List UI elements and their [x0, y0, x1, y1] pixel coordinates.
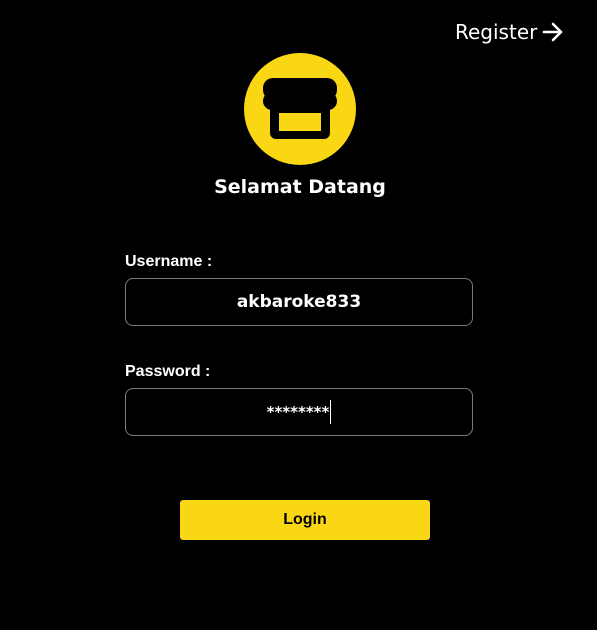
welcome-title: Selamat Datang	[214, 176, 386, 198]
register-link[interactable]: Register	[455, 20, 565, 44]
store-icon	[244, 53, 356, 165]
username-label: Username :	[125, 253, 213, 270]
password-label: Password :	[125, 363, 211, 380]
store-logo	[244, 53, 356, 165]
arrow-right-icon	[541, 20, 565, 44]
login-button[interactable]: Login	[180, 500, 430, 540]
text-cursor	[330, 400, 332, 424]
password-value: ********	[266, 403, 330, 421]
username-value: akbaroke833	[236, 292, 362, 312]
password-field[interactable]: ********	[125, 388, 473, 436]
username-field[interactable]: akbaroke833	[125, 278, 473, 326]
register-label: Register	[455, 20, 538, 44]
